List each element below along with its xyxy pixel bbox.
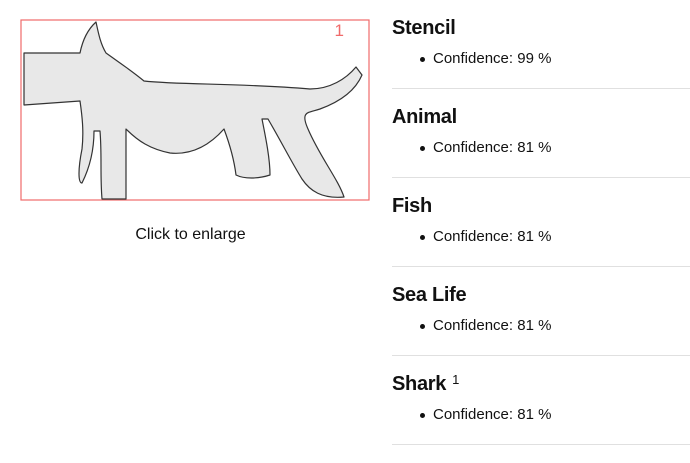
confidence-item: Confidence: 81 % — [420, 315, 551, 337]
confidence-list: Confidence: 81 % — [420, 137, 551, 159]
detection-result-page: 1 Click to enlarge Stencil Confidence: 9… — [0, 0, 690, 463]
click-to-enlarge-link[interactable]: Click to enlarge — [20, 224, 361, 246]
label-title: Sea Life — [392, 284, 467, 306]
image-preview[interactable]: 1 — [20, 19, 370, 201]
animal-silhouette — [23, 21, 363, 200]
confidence-item: Confidence: 81 % — [420, 137, 551, 159]
label-item: Sea Life Confidence: 81 % — [392, 267, 690, 356]
confidence-list: Confidence: 81 % — [420, 226, 551, 248]
confidence-item: Confidence: 81 % — [420, 226, 551, 248]
box-reference-marker: 1 — [452, 372, 460, 387]
label-item: Fish Confidence: 81 % — [392, 178, 690, 267]
label-title: Fish — [392, 195, 432, 217]
labels-list: Stencil Confidence: 99 % Animal Confiden… — [392, 0, 690, 445]
label-title: Animal — [392, 106, 457, 128]
label-item: Shark 1 Confidence: 81 % — [392, 356, 690, 445]
confidence-item: Confidence: 81 % — [420, 404, 551, 426]
label-title: Shark 1 — [392, 372, 460, 395]
label-title: Stencil — [392, 17, 456, 39]
stencil-image[interactable] — [20, 19, 370, 201]
confidence-item: Confidence: 99 % — [420, 48, 551, 70]
label-item: Stencil Confidence: 99 % — [392, 0, 690, 89]
confidence-list: Confidence: 81 % — [420, 315, 551, 337]
confidence-list: Confidence: 81 % — [420, 404, 551, 426]
label-item: Animal Confidence: 81 % — [392, 89, 690, 178]
box-number: 1 — [334, 21, 344, 40]
confidence-list: Confidence: 99 % — [420, 48, 551, 70]
